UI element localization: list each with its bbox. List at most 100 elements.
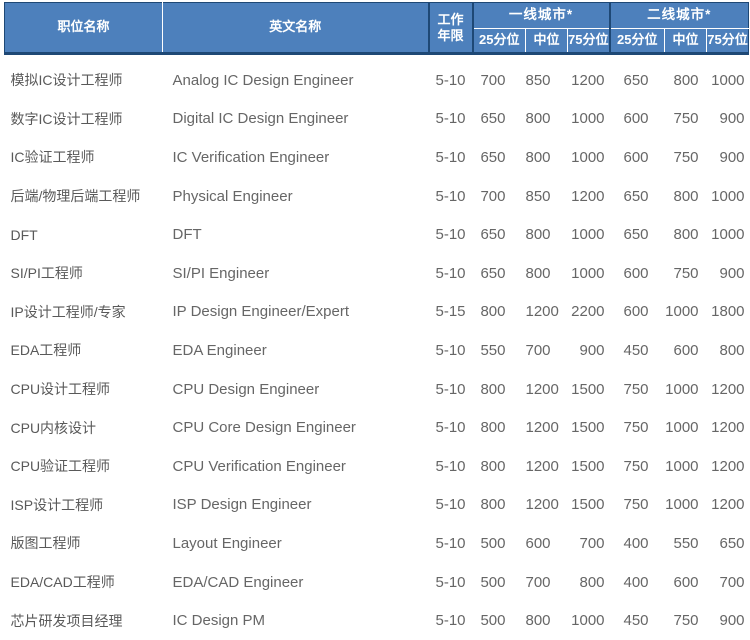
cell-position-en: ISP Design Engineer [163,486,429,525]
cell-tier2-median: 750 [665,601,707,640]
cell-work-years: 5-10 [429,447,473,486]
table-row: 后端/物理后端工程师 Physical Engineer 5-10 700 85… [5,177,749,216]
header-tier2-p75: 75分位 [707,29,749,54]
cell-position-cn: CPU验证工程师 [5,447,163,486]
cell-position-en: DFT [163,215,429,254]
cell-position-cn: ISP设计工程师 [5,486,163,525]
cell-tier1-p75: 1200 [568,54,610,100]
cell-tier1-median: 850 [526,54,568,100]
cell-position-cn: 芯片研发项目经理 [5,601,163,640]
cell-position-en: Digital IC Design Engineer [163,100,429,139]
cell-tier1-p75: 700 [568,524,610,563]
cell-position-en: SI/PI Engineer [163,254,429,293]
cell-tier1-p25: 800 [473,447,526,486]
cell-tier2-p25: 650 [610,54,665,100]
cell-position-en: CPU Verification Engineer [163,447,429,486]
cell-tier2-p75: 1000 [707,177,749,216]
cell-tier1-p75: 1000 [568,138,610,177]
cell-tier2-median: 800 [665,177,707,216]
cell-tier2-median: 800 [665,215,707,254]
cell-tier2-p25: 750 [610,486,665,525]
cell-work-years: 5-10 [429,601,473,640]
cell-tier2-p25: 600 [610,138,665,177]
header-tier2-p25: 25分位 [610,29,665,54]
cell-tier1-median: 700 [526,331,568,370]
header-tier2-median: 中位 [665,29,707,54]
cell-tier2-p75: 800 [707,331,749,370]
cell-tier2-p25: 600 [610,293,665,332]
cell-position-cn: 数字IC设计工程师 [5,100,163,139]
cell-position-en: IC Verification Engineer [163,138,429,177]
cell-tier2-p75: 1200 [707,408,749,447]
header-work-years-line1: 工作 [430,12,472,28]
cell-tier1-p25: 650 [473,254,526,293]
table-row: EDA/CAD工程师 EDA/CAD Engineer 5-10 500 700… [5,563,749,602]
cell-position-en: Layout Engineer [163,524,429,563]
cell-tier1-p75: 2200 [568,293,610,332]
cell-tier1-p75: 1000 [568,601,610,640]
cell-work-years: 5-15 [429,293,473,332]
cell-tier1-median: 1200 [526,408,568,447]
cell-tier1-median: 700 [526,563,568,602]
cell-position-en: IC Design PM [163,601,429,640]
cell-tier2-median: 750 [665,100,707,139]
table-row: CPU验证工程师 CPU Verification Engineer 5-10 … [5,447,749,486]
cell-tier2-p75: 1000 [707,215,749,254]
table-body: 模拟IC设计工程师 Analog IC Design Engineer 5-10… [5,54,749,640]
cell-tier1-median: 800 [526,601,568,640]
cell-position-cn: 模拟IC设计工程师 [5,54,163,100]
cell-tier1-p75: 1000 [568,254,610,293]
cell-tier2-p75: 650 [707,524,749,563]
table-row: CPU内核设计 CPU Core Design Engineer 5-10 80… [5,408,749,447]
table-header: 职位名称 英文名称 工作 年限 一线城市* 二线城市* 25分位 中位 75分位… [5,3,749,54]
cell-tier1-p25: 700 [473,177,526,216]
cell-tier2-median: 750 [665,138,707,177]
cell-tier2-median: 1000 [665,408,707,447]
cell-work-years: 5-10 [429,524,473,563]
cell-tier1-p75: 1000 [568,100,610,139]
cell-position-cn: CPU设计工程师 [5,370,163,409]
cell-tier2-p75: 900 [707,138,749,177]
cell-work-years: 5-10 [429,563,473,602]
cell-tier1-p25: 500 [473,601,526,640]
cell-tier1-median: 600 [526,524,568,563]
cell-work-years: 5-10 [429,370,473,409]
salary-table-page: 职位名称 英文名称 工作 年限 一线城市* 二线城市* 25分位 中位 75分位… [0,0,750,640]
table-row: IC验证工程师 IC Verification Engineer 5-10 65… [5,138,749,177]
cell-tier2-p75: 1200 [707,447,749,486]
cell-tier1-median: 1200 [526,293,568,332]
cell-tier2-p25: 600 [610,254,665,293]
header-tier1-p25: 25分位 [473,29,526,54]
cell-tier2-median: 800 [665,54,707,100]
cell-position-en: Physical Engineer [163,177,429,216]
cell-position-cn: 后端/物理后端工程师 [5,177,163,216]
cell-tier2-p75: 700 [707,563,749,602]
cell-tier1-p25: 650 [473,215,526,254]
cell-work-years: 5-10 [429,54,473,100]
cell-tier2-p25: 450 [610,331,665,370]
cell-tier1-p25: 550 [473,331,526,370]
cell-tier2-median: 1000 [665,486,707,525]
cell-position-cn: SI/PI工程师 [5,254,163,293]
cell-position-cn: IC验证工程师 [5,138,163,177]
table-row: DFT DFT 5-10 650 800 1000 650 800 1000 [5,215,749,254]
cell-tier2-p75: 900 [707,601,749,640]
cell-tier1-median: 800 [526,138,568,177]
cell-position-en: Analog IC Design Engineer [163,54,429,100]
cell-tier2-p75: 900 [707,100,749,139]
table-row: 数字IC设计工程师 Digital IC Design Engineer 5-1… [5,100,749,139]
cell-tier2-median: 550 [665,524,707,563]
cell-work-years: 5-10 [429,486,473,525]
cell-work-years: 5-10 [429,138,473,177]
cell-tier2-median: 1000 [665,447,707,486]
cell-position-en: IP Design Engineer/Expert [163,293,429,332]
cell-work-years: 5-10 [429,215,473,254]
header-tier1-median: 中位 [526,29,568,54]
header-tier2-cities-group: 二线城市* [610,3,749,29]
table-row: CPU设计工程师 CPU Design Engineer 5-10 800 12… [5,370,749,409]
header-work-years: 工作 年限 [429,3,473,54]
cell-tier2-median: 600 [665,331,707,370]
cell-work-years: 5-10 [429,331,473,370]
cell-tier1-p75: 1500 [568,486,610,525]
cell-tier2-median: 600 [665,563,707,602]
